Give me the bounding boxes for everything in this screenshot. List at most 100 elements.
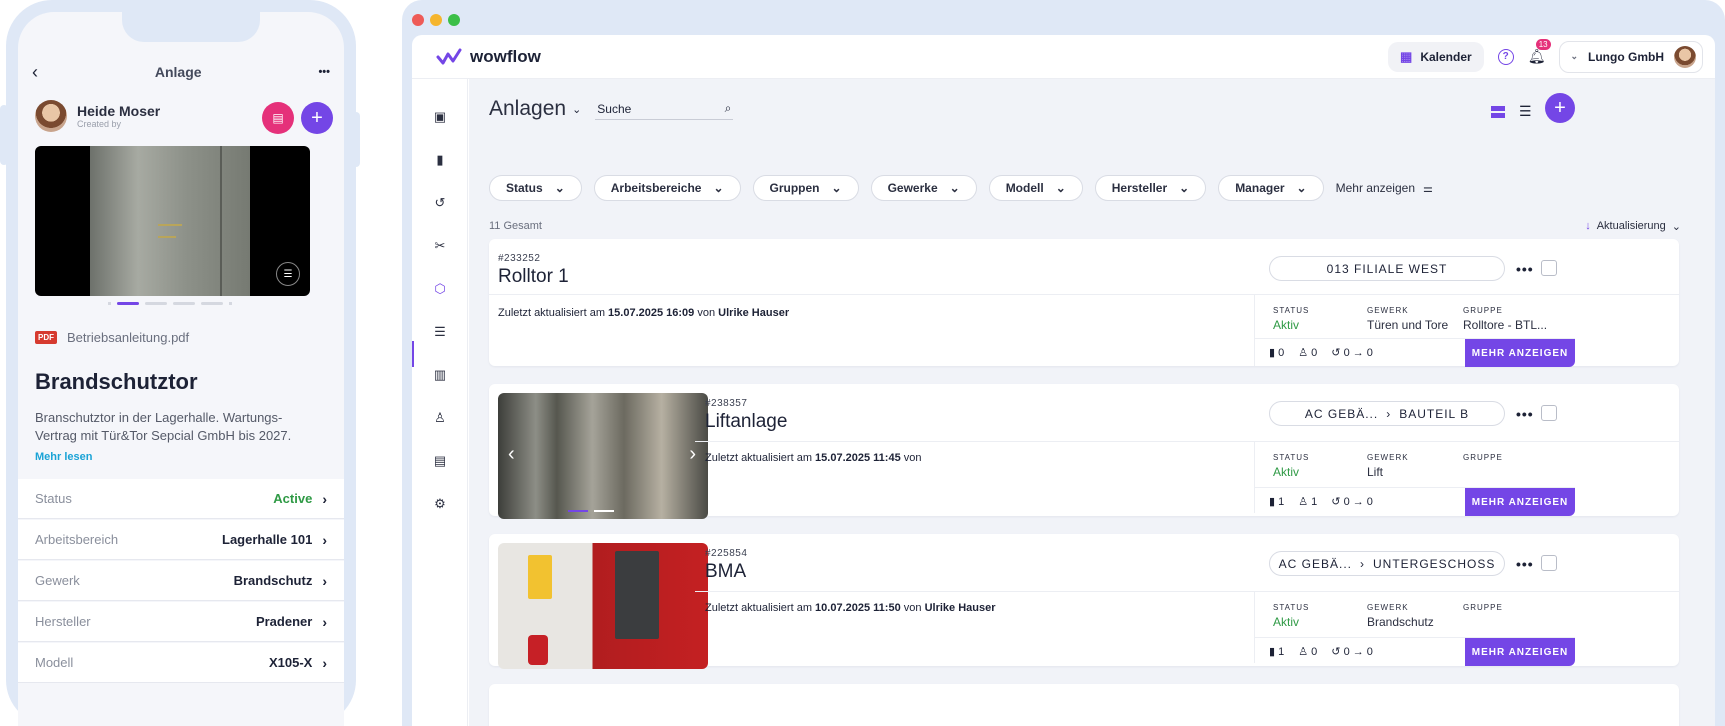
chevron-left-icon[interactable]: ‹: [508, 443, 515, 466]
window-close-button[interactable]: [412, 14, 424, 26]
sort-dropdown[interactable]: ↓ Aktualisierung ⌄: [1585, 220, 1681, 233]
row-value: Active: [273, 491, 313, 506]
mobile-device: ‹ Anlage ••• Heide Moser Created by ▤ + …: [0, 0, 360, 726]
door-seam: [220, 146, 222, 296]
show-more-button[interactable]: MEHR ANZEIGEN: [1465, 339, 1575, 367]
logo[interactable]: wowflow: [436, 47, 541, 67]
settings-icon[interactable]: ⚙: [430, 494, 450, 514]
chevron-right-icon: ›: [322, 531, 327, 548]
more-icon[interactable]: •••: [1516, 406, 1534, 422]
people-stat: ♙ 1: [1298, 496, 1318, 508]
account-name: Lungo GmbH: [1588, 49, 1664, 64]
attachment[interactable]: PDF Betriebsanleitung.pdf: [35, 330, 189, 345]
asset-photo[interactable]: ☰: [35, 146, 310, 296]
control-panel: [615, 551, 659, 639]
chevron-down-icon: ⌄: [713, 181, 724, 195]
docs-count: 0: [1278, 347, 1285, 359]
more-icon[interactable]: •••: [1516, 261, 1534, 277]
bell-icon[interactable]: 🔔︎ 13: [1528, 39, 1551, 65]
list-icon[interactable]: ☰: [276, 262, 300, 286]
carousel-dot: [594, 510, 614, 512]
people-count: 0: [1311, 347, 1318, 359]
filter-gewerke[interactable]: Gewerke ⌄: [870, 175, 977, 201]
mobile-profile: Heide Moser Created by: [35, 100, 160, 132]
filter-hersteller[interactable]: Hersteller ⌄: [1094, 175, 1207, 201]
detail-row-status[interactable]: Status Active ›: [18, 479, 344, 519]
filter-label: Modell: [1005, 181, 1044, 195]
list-icon[interactable]: ☰: [430, 322, 450, 342]
location-pill[interactable]: 013 FILIALE WEST: [1269, 256, 1505, 281]
account-menu[interactable]: ⌄ Lungo GmbH: [1559, 40, 1703, 73]
row-label: Modell: [35, 655, 74, 670]
updated-by-word: von: [903, 452, 922, 464]
arrow-down-icon: ↓: [1585, 220, 1591, 232]
show-more-button[interactable]: MEHR ANZEIGEN: [1465, 488, 1575, 516]
last-updated: Zuletzt aktualisiert am 15.07.2025 16:09…: [498, 307, 789, 319]
add-asset-button[interactable]: +: [1545, 93, 1575, 123]
history-count: 0 → 0: [1343, 347, 1373, 359]
chevron-right-icon[interactable]: ›: [689, 443, 696, 466]
help-icon[interactable]: ?: [1497, 48, 1514, 65]
page-title-dropdown[interactable]: Anlagen ⌄: [489, 97, 581, 121]
location-pill[interactable]: AC GEBÄ... › UNTERGESCHOSS: [1269, 551, 1505, 576]
window-minimize-button[interactable]: [430, 14, 442, 26]
door-handle: [158, 224, 182, 226]
detail-row-hersteller[interactable]: Hersteller Pradener ›: [18, 602, 344, 642]
fire-alarm-photo[interactable]: [498, 543, 708, 669]
carousel-dot: [145, 302, 167, 305]
location-label: AC GEBÄ...: [1304, 406, 1379, 421]
dashboard-icon[interactable]: ▣: [430, 107, 450, 127]
back-icon[interactable]: ‹: [32, 62, 38, 83]
filter-manager[interactable]: Manager ⌄: [1218, 175, 1324, 201]
search-input[interactable]: Suche ⌕: [595, 98, 734, 120]
more-icon[interactable]: •••: [318, 66, 330, 78]
pdf-icon: PDF: [35, 331, 57, 344]
asset-meta: STATUS GEWERK GRUPPE Aktiv Türen und Tor…: [1254, 294, 1575, 367]
phone-notch: [122, 12, 260, 42]
chevron-right-icon: ›: [1360, 556, 1365, 571]
elevator-photo[interactable]: ‹ ›: [498, 393, 708, 519]
detail-row-arbeitsbereich[interactable]: Arbeitsbereich Lagerhalle 101 ›: [18, 520, 344, 560]
filter-arbeitsbereiche[interactable]: Arbeitsbereiche ⌄: [593, 175, 741, 201]
asset-card[interactable]: #233252 Rolltor 1 Zuletzt aktualisiert a…: [489, 239, 1679, 367]
select-checkbox[interactable]: [1541, 405, 1557, 421]
read-more-link[interactable]: Mehr lesen: [35, 451, 92, 463]
more-filters-button[interactable]: Mehr anzeigen ⚌: [1336, 181, 1433, 195]
updated-prefix: Zuletzt aktualisiert am: [705, 452, 812, 464]
document-icon[interactable]: ▤: [430, 451, 450, 471]
asset-card[interactable]: [489, 684, 1679, 726]
list-view-icon[interactable]: ☰: [1519, 103, 1532, 120]
docs-count: 1: [1278, 496, 1285, 508]
calendar-button[interactable]: ▦ Kalender: [1388, 41, 1484, 72]
asset-card[interactable]: #225854 BMA Zuletzt aktualisiert am 10.0…: [489, 534, 1679, 669]
filter-gruppen[interactable]: Gruppen ⌄: [752, 175, 859, 201]
status-label: STATUS: [1273, 306, 1310, 315]
filter-status[interactable]: Status ⌄: [489, 175, 582, 201]
detail-row-gewerk[interactable]: Gewerk Brandschutz ›: [18, 561, 344, 601]
filter-label: Hersteller: [1111, 181, 1168, 195]
detail-row-modell[interactable]: Modell X105-X ›: [18, 643, 344, 683]
window-maximize-button[interactable]: [448, 14, 460, 26]
show-more-button[interactable]: MEHR ANZEIGEN: [1465, 638, 1575, 666]
user-icon[interactable]: ♙: [430, 408, 450, 428]
select-checkbox[interactable]: [1541, 260, 1557, 276]
tools-icon[interactable]: ✂: [430, 236, 450, 256]
asset-card[interactable]: ‹ › #238357 Liftanlage Zuletzt aktualisi…: [489, 384, 1679, 519]
history-stat: ↺ 0 → 0: [1331, 496, 1373, 508]
card-view-icon[interactable]: [1491, 105, 1505, 118]
more-icon[interactable]: •••: [1516, 556, 1534, 572]
filter-modell[interactable]: Modell ⌄: [988, 175, 1083, 201]
select-checkbox[interactable]: [1541, 555, 1557, 571]
book-icon[interactable]: ▮: [430, 150, 450, 170]
asset-description: Branschutztor in der Lagerhalle. Wartung…: [35, 410, 292, 443]
history-icon[interactable]: ↺: [430, 193, 450, 213]
document-button[interactable]: ▤: [262, 102, 294, 134]
desktop-window: wowflow ▦ Kalender ? 🔔︎ 13 ⌄ Lungo GmbH ▣: [402, 0, 1725, 726]
alarm-box: [528, 555, 552, 599]
chevron-down-icon: ⌄: [1671, 221, 1681, 233]
location-pill[interactable]: AC GEBÄ... › BAUTEIL B: [1269, 401, 1505, 426]
more-filters-label: Mehr anzeigen: [1335, 181, 1415, 195]
add-button[interactable]: +: [301, 102, 333, 134]
building-icon[interactable]: ▥: [430, 365, 450, 385]
cube-icon[interactable]: ⬡: [430, 279, 450, 299]
